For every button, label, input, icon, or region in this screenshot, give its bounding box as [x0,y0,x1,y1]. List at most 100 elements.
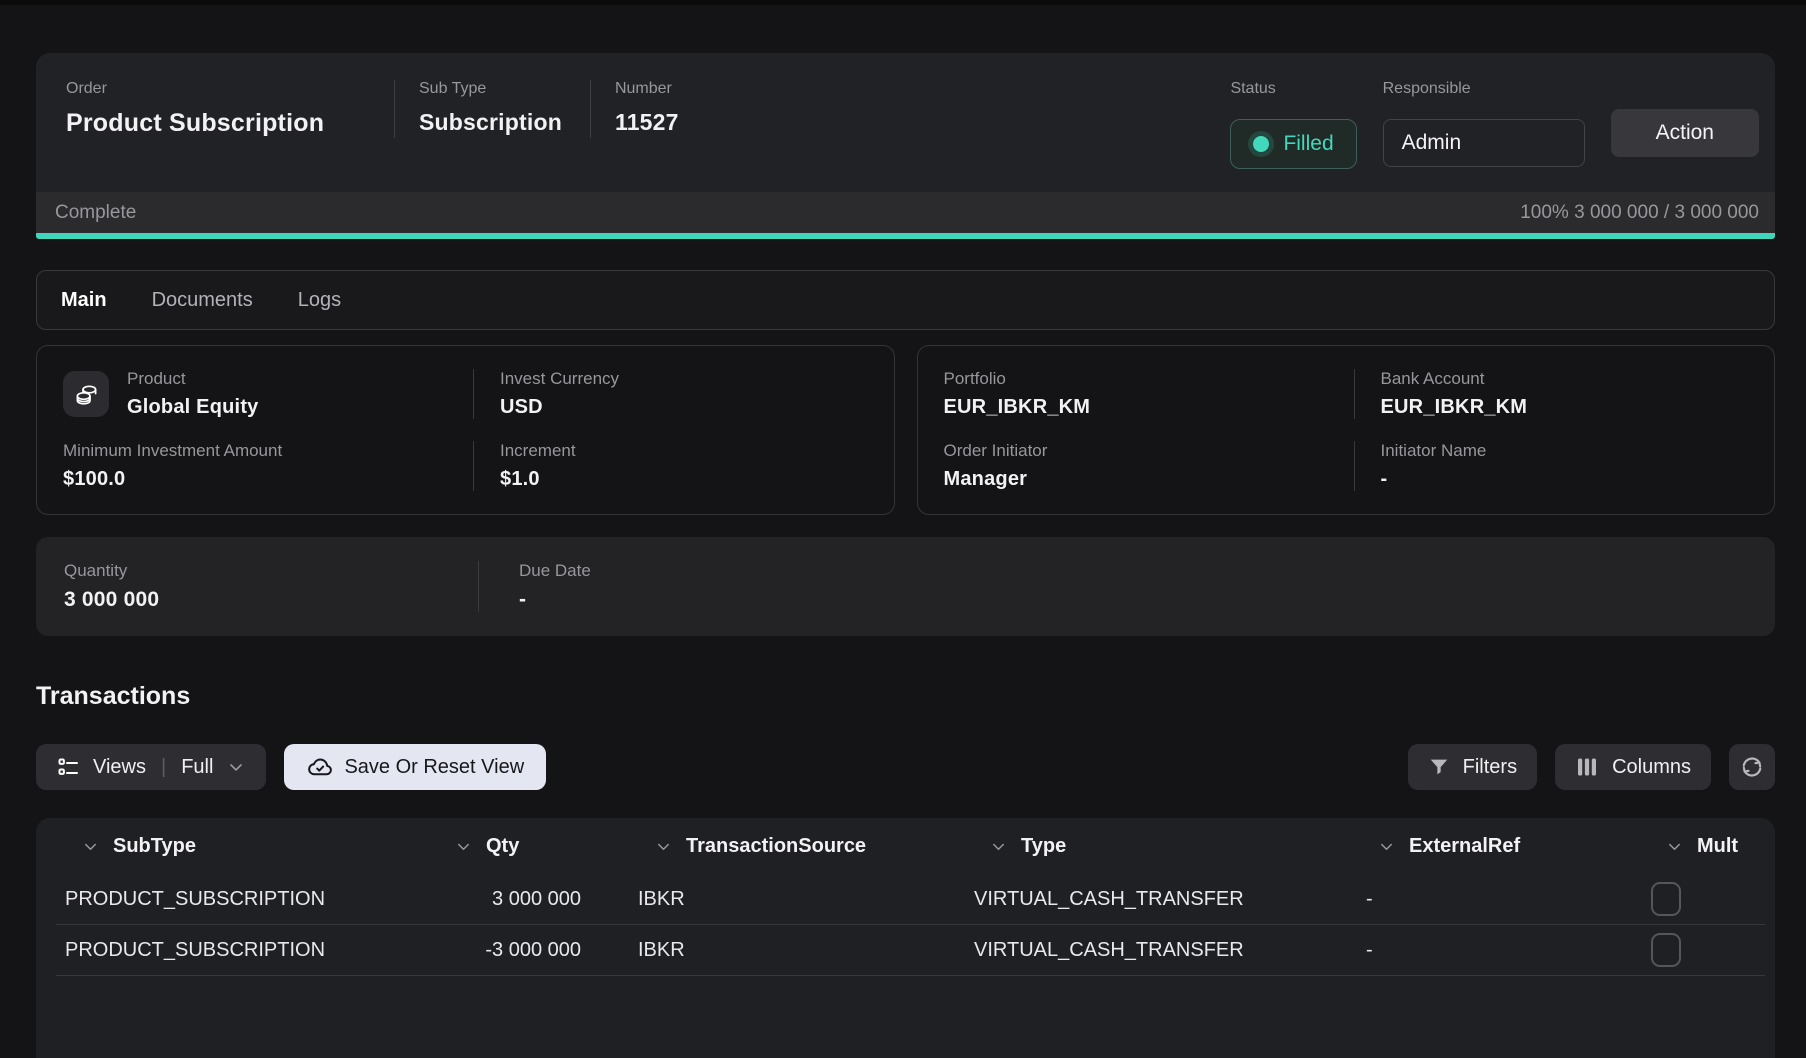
column-header-externalref[interactable]: ExternalRef [1336,835,1626,858]
number-field-value: 11527 [615,109,679,136]
quantity-value: 3 000 000 [64,588,478,612]
columns-icon [1575,755,1599,779]
portfolio-cell: Portfolio EUR_IBKR_KM [944,369,1354,419]
info-cards-row: Product Global Equity Invest Currency US… [36,345,1775,515]
product-value: Global Equity [127,396,259,419]
sort-chevron-icon [1377,837,1396,856]
increment-cell: Increment $1.0 [473,441,868,491]
order-field-value: Product Subscription [66,109,366,138]
cell-source: IBKR [611,888,946,911]
column-header-type[interactable]: Type [946,835,1336,858]
mult-checkbox[interactable] [1651,933,1681,967]
order-header-main: Order Product Subscription Sub Type Subs… [36,53,1775,192]
responsible-value: Admin [1402,131,1462,155]
detail-tabs: Main Documents Logs [36,270,1775,330]
status-label: Status [1230,80,1356,98]
subtype-field-label: Sub Type [419,80,562,98]
table-row[interactable]: PRODUCT_SUBSCRIPTION 3 000 000 IBKR VIRT… [56,874,1765,925]
due-date-value: - [519,588,1747,612]
bank-account-cell: Bank Account EUR_IBKR_KM [1354,369,1749,419]
views-separator: | [161,756,166,779]
progress-row: Complete 100% 3 000 000 / 3 000 000 [36,192,1775,233]
initiator-name-label: Initiator Name [1381,441,1749,461]
order-initiator-value: Manager [944,468,1354,491]
sort-chevron-icon [81,837,100,856]
increment-value: $1.0 [500,468,868,491]
status-badge[interactable]: Filled [1230,119,1356,169]
responsible-column: Responsible Admin [1383,80,1585,167]
tab-documents[interactable]: Documents [152,289,253,312]
bank-account-label: Bank Account [1381,369,1749,389]
save-or-reset-view-button[interactable]: Save Or Reset View [284,744,546,790]
invest-currency-label: Invest Currency [500,369,868,389]
sort-chevron-icon [1665,837,1684,856]
status-column: Status Filled [1230,80,1356,169]
views-button[interactable]: Views | Full [36,744,266,790]
order-header-card: Order Product Subscription Sub Type Subs… [36,53,1775,239]
initiator-name-value: - [1381,468,1749,491]
subtype-field: Sub Type Subscription [394,80,590,138]
order-initiator-label: Order Initiator [944,441,1354,461]
order-initiator-cell: Order Initiator Manager [944,441,1354,491]
min-investment-label: Minimum Investment Amount [63,441,473,461]
transactions-table-header: SubType Qty TransactionSource Type [56,818,1765,874]
cell-subtype: PRODUCT_SUBSCRIPTION [56,888,431,911]
cell-type: VIRTUAL_CASH_TRANSFER [946,939,1336,962]
quantity-label: Quantity [64,561,478,581]
cell-type: VIRTUAL_CASH_TRANSFER [946,888,1336,911]
chevron-down-icon [226,757,246,777]
due-date-cell: Due Date - [478,561,1747,612]
filter-funnel-icon [1428,756,1450,778]
cell-qty: 3 000 000 [431,888,611,911]
column-header-subtype[interactable]: SubType [56,835,431,858]
sort-chevron-icon [654,837,673,856]
progress-detail: 100% 3 000 000 / 3 000 000 [1520,202,1759,224]
column-header-qty[interactable]: Qty [431,835,611,858]
bank-account-value: EUR_IBKR_KM [1381,396,1749,419]
tab-logs[interactable]: Logs [298,289,341,312]
cell-mult [1626,933,1765,967]
order-header-controls: Status Filled Responsible Admin Action [1230,80,1759,169]
coins-icon [63,371,109,417]
cell-externalref: - [1336,888,1626,911]
subtype-field-value: Subscription [419,109,562,136]
status-badge-text: Filled [1283,132,1333,156]
portfolio-card: Portfolio EUR_IBKR_KM Bank Account EUR_I… [917,345,1776,515]
responsible-label: Responsible [1383,80,1585,98]
portfolio-label: Portfolio [944,369,1354,389]
transactions-title: Transactions [36,682,1775,711]
action-label-spacer [1611,80,1759,99]
transactions-toolbar: Views | Full Save Or Reset View [36,744,1775,790]
responsible-select[interactable]: Admin [1383,119,1585,167]
transactions-table-card: SubType Qty TransactionSource Type [36,818,1775,1058]
save-or-reset-view-label: Save Or Reset View [344,756,524,779]
column-header-transactionsource-label: TransactionSource [686,835,866,858]
order-field: Order Product Subscription [66,80,394,138]
status-dot-icon [1253,136,1269,152]
increment-label: Increment [500,441,868,461]
column-header-mult[interactable]: Mult [1626,835,1765,858]
quantity-card: Quantity 3 000 000 Due Date - [36,537,1775,636]
column-header-qty-label: Qty [486,835,519,858]
cloud-check-icon [306,753,334,781]
invest-currency-value: USD [500,396,868,419]
action-button[interactable]: Action [1611,109,1759,157]
due-date-label: Due Date [519,561,1747,581]
progress-label: Complete [55,202,136,224]
columns-button[interactable]: Columns [1555,744,1711,790]
refresh-icon [1739,754,1765,780]
column-header-externalref-label: ExternalRef [1409,835,1520,858]
action-column: Action [1611,80,1759,157]
views-list-icon [56,755,80,779]
tab-main[interactable]: Main [61,289,107,312]
product-cell: Product Global Equity [63,369,473,419]
product-card: Product Global Equity Invest Currency US… [36,345,895,515]
refresh-button[interactable] [1729,744,1775,790]
initiator-name-cell: Initiator Name - [1354,441,1749,491]
mult-checkbox[interactable] [1651,882,1681,916]
table-row[interactable]: PRODUCT_SUBSCRIPTION -3 000 000 IBKR VIR… [56,925,1765,976]
views-current-view: Full [181,756,213,779]
column-header-transactionsource[interactable]: TransactionSource [611,835,946,858]
filters-button[interactable]: Filters [1408,744,1537,790]
quantity-cell: Quantity 3 000 000 [64,561,478,612]
